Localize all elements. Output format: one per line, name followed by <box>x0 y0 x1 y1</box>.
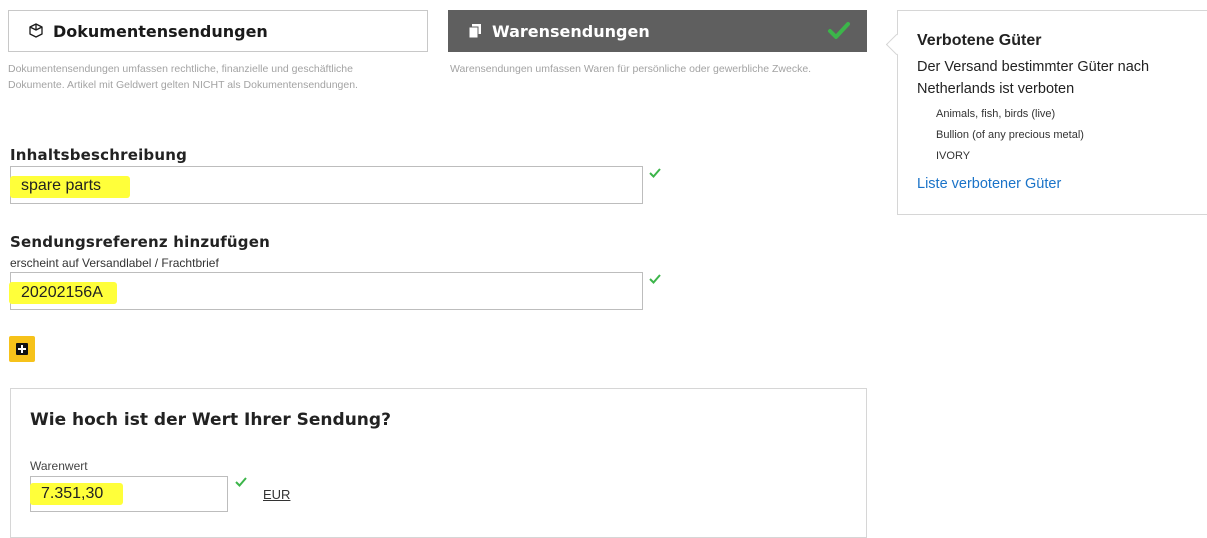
goods-value-value: 7.351,30 <box>41 485 104 502</box>
valid-check-icon <box>235 477 247 487</box>
goods-value-input[interactable]: 7.351,30 <box>30 476 228 512</box>
document-icon <box>29 23 43 38</box>
currency-link[interactable]: EUR <box>263 487 290 502</box>
goods-value-label: Warenwert <box>30 459 88 473</box>
prohibited-goods-list: Animals, fish, birds (live) Bullion (of … <box>936 104 1084 167</box>
list-item: Animals, fish, birds (live) <box>936 108 1056 120</box>
content-description-value: spare parts <box>21 177 102 194</box>
package-icon <box>468 24 481 39</box>
goods-shipment-description: Warensendungen umfassen Waren für persön… <box>450 63 812 75</box>
prohibited-goods-panel: Verbotene Güter Der Versand bestimmter G… <box>897 10 1207 215</box>
check-icon <box>828 22 850 39</box>
tab-document-label: Dokumentensendungen <box>53 21 268 41</box>
add-reference-button[interactable] <box>9 336 35 362</box>
plus-icon <box>16 343 28 355</box>
valid-check-icon <box>649 274 661 284</box>
list-item: Bullion (of any precious metal) <box>936 129 1084 141</box>
prohibited-goods-list-link[interactable]: Liste verbotener Güter <box>917 176 1061 192</box>
tab-document-shipment[interactable]: Dokumentensendungen <box>8 10 428 52</box>
content-description-label: Inhaltsbeschreibung <box>10 146 188 164</box>
shipment-reference-value: 20202156A <box>21 284 103 301</box>
tab-goods-label: Warensendungen <box>492 21 650 41</box>
prohibited-goods-text: Der Versand bestimmter Güter nach Nether… <box>917 59 1150 97</box>
shipment-value-panel: Wie hoch ist der Wert Ihrer Sendung? War… <box>10 388 867 538</box>
shipment-reference-sublabel: erscheint auf Versandlabel / Frachtbrief <box>10 256 219 270</box>
content-description-input[interactable]: spare parts <box>10 166 643 204</box>
shipment-reference-label: Sendungsreferenz hinzufügen <box>10 233 270 251</box>
valid-check-icon <box>649 168 661 178</box>
list-item: IVORY <box>936 150 971 162</box>
shipment-value-title: Wie hoch ist der Wert Ihrer Sendung? <box>30 410 391 430</box>
tab-goods-shipment[interactable]: Warensendungen <box>448 10 867 52</box>
prohibited-goods-title: Verbotene Güter <box>917 32 1042 49</box>
document-shipment-description: Dokumentensendungen umfassen rechtliche,… <box>8 63 358 91</box>
shipment-reference-input[interactable]: 20202156A <box>9 272 643 310</box>
